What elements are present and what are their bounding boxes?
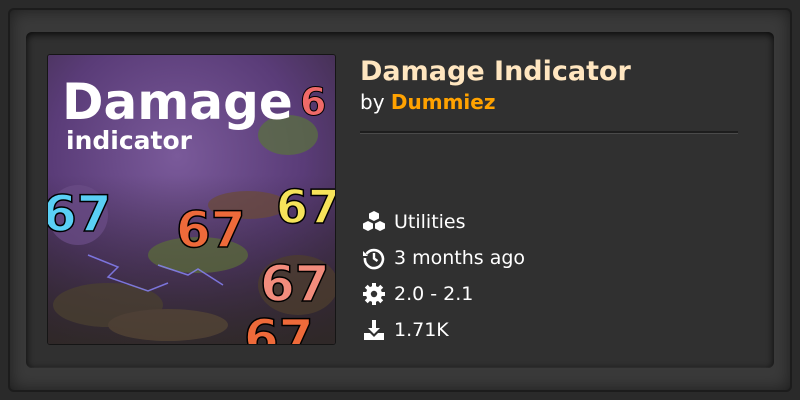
thumbnail-number-partial: 6 (300, 80, 326, 124)
updated-row: 3 months ago (362, 240, 525, 276)
thumbnail-number-blue: 67 (48, 185, 112, 243)
version-row: 2.0 - 2.1 (362, 276, 525, 312)
mod-info: Damage Indicator by Dummiez (360, 55, 740, 115)
thumbnail-number-orange-bottom: 67 (244, 309, 314, 344)
updated-label: 3 months ago (394, 247, 526, 269)
thumbnail-number-salmon: 67 (260, 255, 330, 313)
category-label[interactable]: Utilities (394, 211, 466, 233)
thumbnail-title-line2: indicator (66, 126, 193, 155)
cubes-icon (362, 210, 386, 234)
mod-title[interactable]: Damage Indicator (360, 55, 740, 89)
history-icon (362, 246, 386, 270)
mod-thumbnail[interactable]: Damage indicator 6 67 67 67 67 67 (48, 55, 335, 344)
by-label: by (360, 90, 385, 114)
version-label: 2.0 - 2.1 (394, 283, 474, 305)
thumbnail-title-line1: Damage (62, 73, 293, 131)
author-link[interactable]: Dummiez (391, 90, 496, 114)
downloads-row: 1.71K (362, 312, 525, 348)
mod-byline: by Dummiez (360, 89, 740, 115)
category-row: Utilities (362, 204, 525, 240)
thumbnail-number-yellow: 67 (276, 180, 335, 234)
thumbnail-number-orange: 67 (176, 201, 246, 259)
download-icon (362, 318, 386, 342)
mod-meta: Utilities 3 months ago 2.0 - 2.1 1.71K (362, 204, 525, 348)
divider (360, 131, 738, 133)
gear-icon (362, 282, 386, 306)
downloads-label: 1.71K (394, 319, 449, 341)
